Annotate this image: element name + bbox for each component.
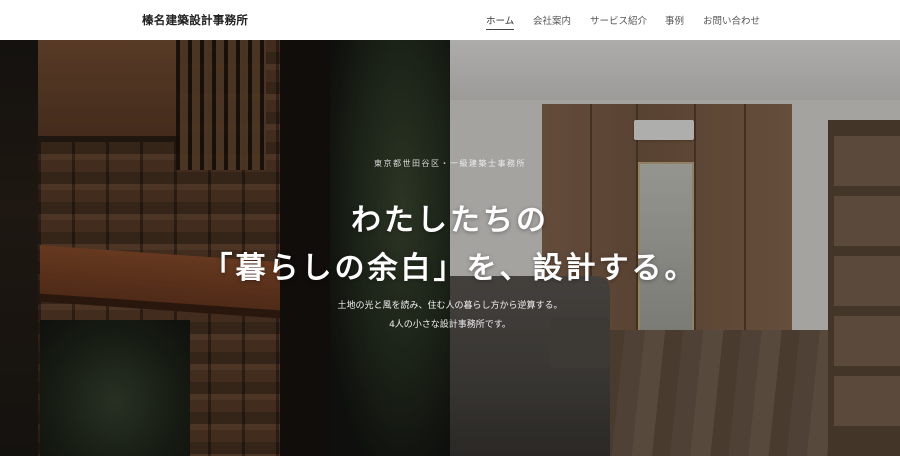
nav-home[interactable]: ホーム <box>486 13 515 30</box>
main-nav: ホーム 会社案内 サービス紹介 事例 お問い合わせ <box>0 13 900 37</box>
hero-description-line1: 土地の光と風を読み、住む人の暮らし方から逆算する。 <box>337 301 563 311</box>
nav-company[interactable]: 会社案内 <box>533 13 571 27</box>
hero-headline-line1: わたしたちの <box>351 203 549 238</box>
nav-contact[interactable]: お問い合わせ <box>703 13 760 27</box>
site-header: 榛名建築設計事務所 ホーム 会社案内 サービス紹介 事例 お問い合わせ <box>0 0 900 40</box>
nav-services[interactable]: サービス紹介 <box>590 13 647 27</box>
hero-text: 東京都世田谷区・一級建築士事務所 わたしたちの 「暮らしの余白」を、設計する。 … <box>0 40 900 456</box>
nav-works[interactable]: 事例 <box>665 13 684 27</box>
hero-description-line2: 4人の小さな設計事務所です。 <box>389 320 511 330</box>
hero-section: 東京都世田谷区・一級建築士事務所 わたしたちの 「暮らしの余白」を、設計する。 … <box>0 40 900 456</box>
hero-sub-label: 東京都世田谷区・一級建築士事務所 <box>374 159 526 168</box>
hero-headline-line2: 「暮らしの余白」を、設計する。 <box>202 251 698 286</box>
